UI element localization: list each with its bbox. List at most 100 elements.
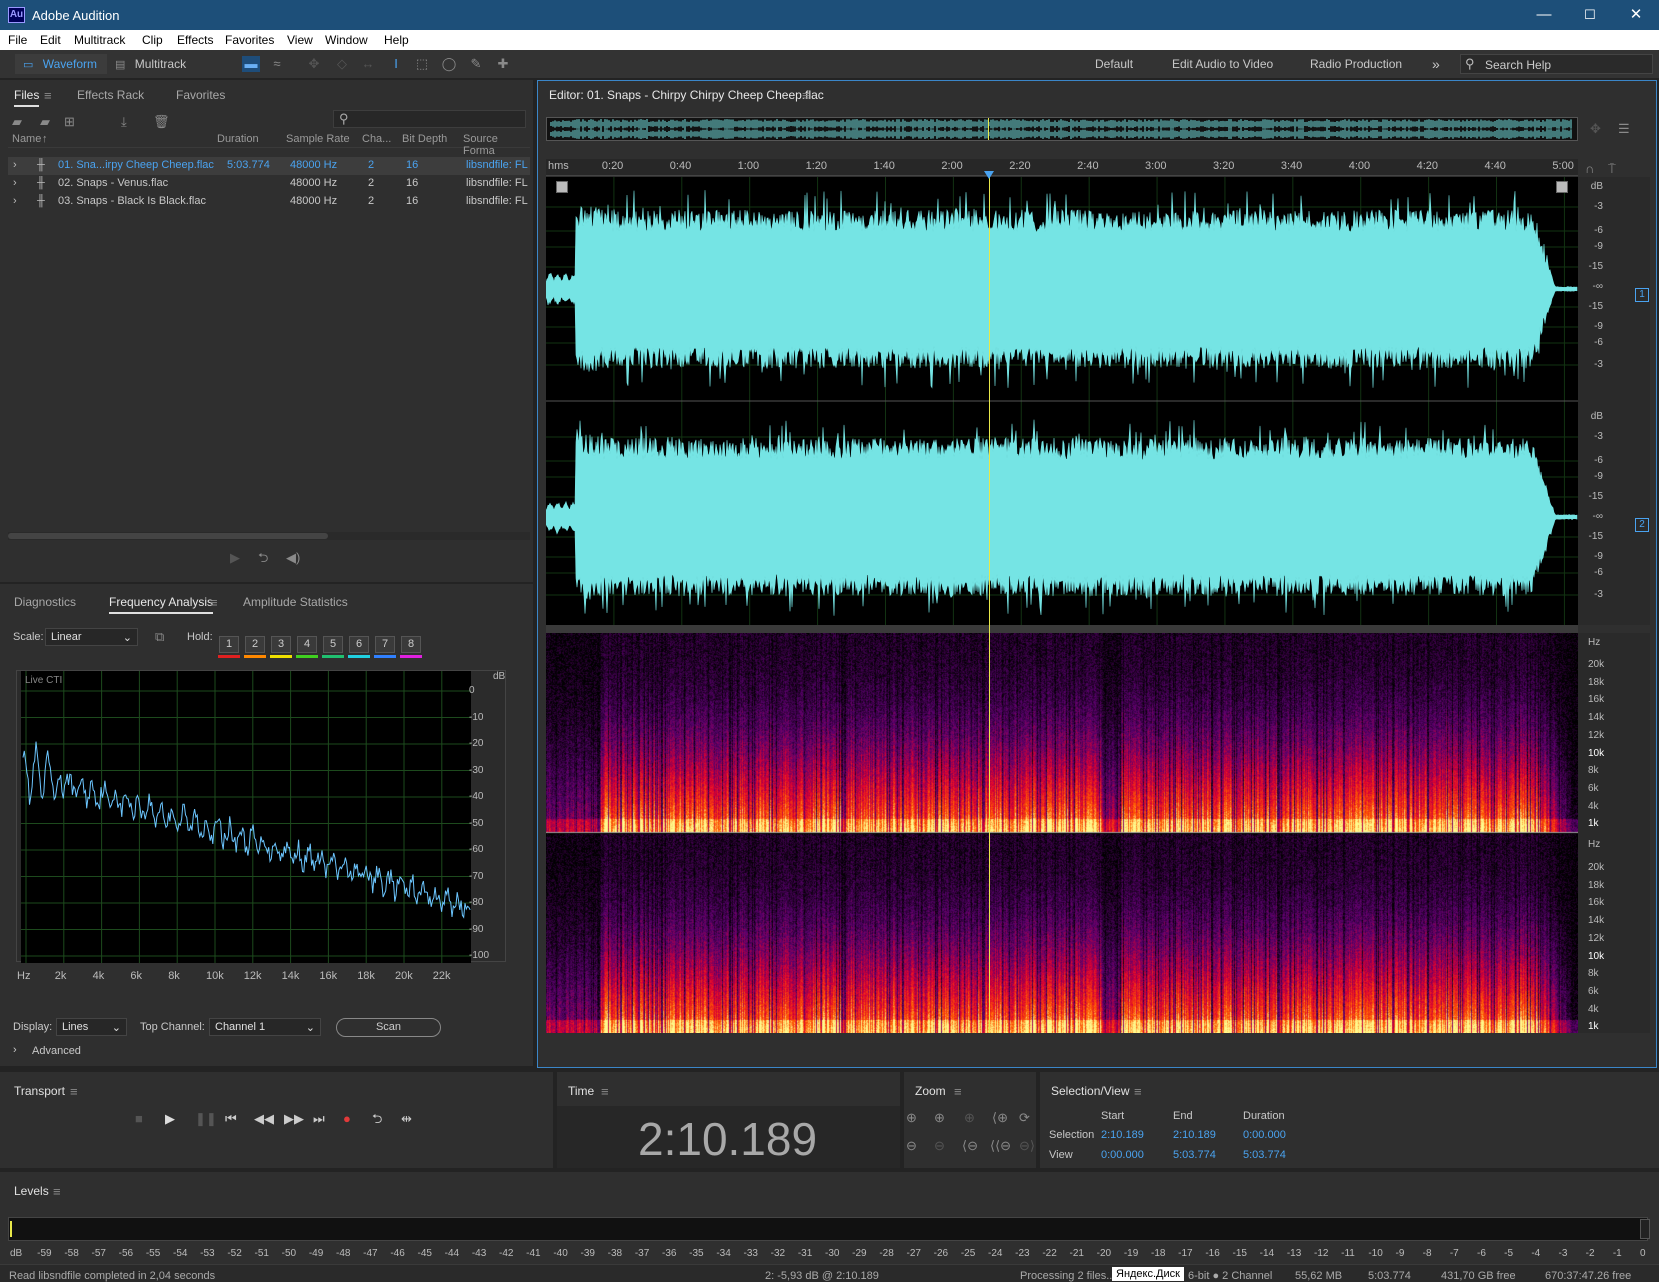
new-file-icon[interactable]: ⊞ [64,114,75,130]
hold-4-button[interactable]: 4 [297,636,317,653]
skip-selection-icon[interactable]: ⇹ [401,1111,412,1127]
zoom-in-amplitude-icon[interactable]: ⊕ [906,1110,917,1126]
menu-view[interactable]: View [287,33,313,47]
hold-2-button[interactable]: 2 [245,636,265,653]
hold-5-button[interactable]: 5 [323,636,343,653]
selection-duration[interactable]: 0:00.000 [1243,1129,1286,1141]
slip-tool-icon[interactable]: ↔ [359,56,377,72]
fade-out-handle[interactable] [1556,181,1568,193]
chevron-right-icon[interactable]: › [13,1044,17,1056]
expand-icon[interactable]: › [13,177,17,189]
workspace-edit-audio-to-video[interactable]: Edit Audio to Video [1172,54,1273,74]
workspace-radio-production[interactable]: Radio Production [1310,54,1402,74]
file-row[interactable]: › ╫ 02. Snaps - Venus.flac 48000 Hz 2 16… [8,175,530,193]
file-row[interactable]: › ╫ 01. Sna...irpy Cheep Cheep.flac 5:03… [8,157,530,175]
col-name[interactable]: Name [12,133,41,145]
file-row[interactable]: › ╫ 03. Snaps - Black Is Black.flac 4800… [8,193,530,211]
insert-into-icon[interactable]: ⤓ [121,114,127,130]
panel-menu-icon[interactable]: ≡ [802,88,810,104]
col-duration[interactable]: Duration [217,133,259,145]
channel-2-toggle[interactable]: 2 [1635,518,1649,532]
maximize-button[interactable]: ☐ [1567,0,1613,30]
spectral-divider[interactable] [546,625,1578,633]
pause-icon[interactable]: ❚❚ [195,1111,217,1127]
tab-frequency-analysis[interactable]: Frequency Analysis [109,595,214,614]
scan-button[interactable]: Scan [336,1018,441,1037]
panel-menu-icon[interactable]: ≡ [70,1084,78,1100]
zoom-cursor-icon[interactable]: ✥ [1590,121,1601,137]
view-end[interactable]: 5:03.774 [1173,1149,1216,1161]
view-start[interactable]: 0:00.000 [1101,1149,1144,1161]
panel-menu-icon[interactable]: ≡ [44,88,52,104]
brush-tool-icon[interactable]: ✎ [467,56,485,72]
panel-menu-icon[interactable]: ≡ [954,1084,962,1100]
col-sample-rate[interactable]: Sample Rate [286,133,350,145]
fade-in-handle[interactable] [556,181,568,193]
tab-effects-rack[interactable]: Effects Rack [77,88,144,102]
channel-1-toggle[interactable]: 1 [1635,288,1649,302]
import-file-icon[interactable]: ▰ [40,114,50,130]
waveform-view[interactable] [546,177,1578,625]
time-selection-tool-icon[interactable]: I [387,56,405,72]
selection-end[interactable]: 2:10.189 [1173,1129,1216,1141]
loop-preview-icon[interactable]: ⮌ [258,550,268,566]
advanced-toggle[interactable]: Advanced [32,1045,81,1057]
files-search-input[interactable]: ⚲ [333,110,526,128]
selection-start[interactable]: 2:10.189 [1101,1129,1144,1141]
delete-icon[interactable]: 🗑 [153,114,170,130]
expand-icon[interactable]: › [13,195,17,207]
view-duration[interactable]: 5:03.774 [1243,1149,1286,1161]
scale-dropdown[interactable]: Linear ⌄ [45,628,138,646]
hold-1-button[interactable]: 1 [219,636,239,653]
zoom-reset-icon[interactable]: ⟳ [1019,1110,1030,1126]
zoom-in-time-icon[interactable]: ⊕ [934,1110,945,1126]
playhead-handle[interactable] [983,171,994,179]
time-ruler[interactable]: hms 0:20 0:40 1:00 1:20 1:40 2:00 2:20 2:40 3:00… [546,159,1578,176]
hold-6-button[interactable]: 6 [349,636,369,653]
menu-multitrack[interactable]: Multitrack [74,33,125,47]
open-file-icon[interactable]: ▰ [12,114,22,130]
search-help-field[interactable]: ⚲ Search Help [1460,54,1653,74]
scroll-thumb[interactable] [8,533,328,539]
record-icon[interactable]: ● [343,1111,351,1127]
col-channels[interactable]: Cha... [362,133,391,145]
list-view-icon[interactable]: ☰ [1618,121,1630,137]
close-button[interactable]: ✕ [1613,0,1659,30]
sort-up-icon[interactable]: ↑ [42,133,48,145]
tab-diagnostics[interactable]: Diagnostics [14,595,76,609]
waveform-view-button[interactable]: ▭ Waveform [15,54,107,74]
rewind-icon[interactable]: ◀◀ [254,1111,274,1127]
zoom-out-left-icon[interactable]: ⟨⊖ [962,1138,978,1154]
tab-amplitude-statistics[interactable]: Amplitude Statistics [243,595,348,609]
menu-edit[interactable]: Edit [40,33,61,47]
autoplay-icon[interactable]: ◀) [286,550,300,566]
spectral-view[interactable] [546,633,1578,1033]
workspace-default[interactable]: Default [1095,54,1133,74]
files-hscrollbar[interactable] [8,532,530,540]
playhead[interactable] [988,177,990,1033]
menu-favorites[interactable]: Favorites [225,33,274,47]
zoom-to-selection-icon[interactable]: ⊕ [964,1110,975,1126]
stop-icon[interactable]: ■ [135,1111,143,1127]
hold-8-button[interactable]: 8 [401,636,421,653]
move-tool-icon[interactable]: ✥ [305,56,323,72]
zoom-in-left-icon[interactable]: ⟨⊕ [992,1110,1008,1126]
menu-effects[interactable]: Effects [177,33,213,47]
pin-icon[interactable]: ⍑ [1608,161,1616,177]
more-workspaces-button[interactable]: » [1432,54,1440,74]
col-source-format[interactable]: Source Forma [463,133,530,157]
play-preview-icon[interactable]: ▶ [230,550,240,566]
go-to-start-icon[interactable]: ⏮ [225,1111,237,1127]
razor-tool-icon[interactable]: ◇ [333,56,351,72]
lasso-tool-icon[interactable]: ◯ [440,56,458,72]
panel-menu-icon[interactable]: ≡ [1134,1084,1142,1100]
menu-clip[interactable]: Clip [142,33,163,47]
go-to-end-icon[interactable]: ⏭ [313,1111,325,1127]
headphone-icon[interactable]: ∩ [1585,161,1594,177]
zoom-out-right-icon[interactable]: ⊖⟩ [1019,1138,1035,1154]
snapshot-icon[interactable]: ⧉ [155,629,164,645]
spectral-pitch-icon[interactable]: ≈ [268,56,286,72]
zoom-out-amplitude-icon[interactable]: ⊖ [906,1138,917,1154]
minimize-button[interactable]: — [1521,0,1567,30]
multitrack-view-button[interactable]: ▤ Multitrack [113,54,208,74]
